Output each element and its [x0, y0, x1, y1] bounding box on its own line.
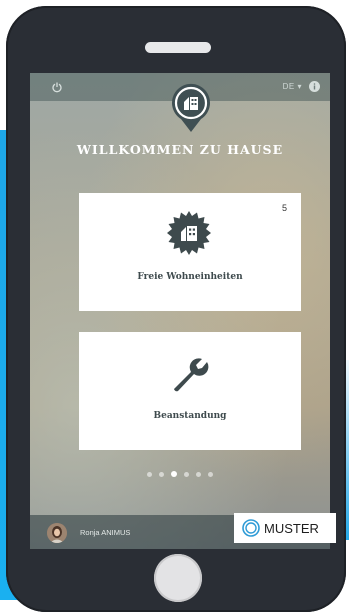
phone-speaker [145, 42, 211, 53]
location-pin-icon [172, 83, 210, 132]
brand-badge: MUSTER [234, 513, 336, 543]
user-name: Ronja ANIMUS [80, 528, 131, 537]
brand-logo-icon [242, 519, 260, 537]
house-badge-icon [167, 211, 211, 255]
card-free-units[interactable]: 5 Freie Wohneinheiten [79, 193, 301, 311]
app-screen: DE ▾ WILLKOMMEN ZU HAUSE 5 Freie Wohnein… [30, 73, 330, 549]
home-button[interactable] [154, 554, 202, 602]
page-dot[interactable] [208, 472, 213, 477]
page-dot[interactable] [184, 472, 189, 477]
page-title: WILLKOMMEN ZU HAUSE [76, 142, 284, 157]
card-label: Freie Wohneinheiten [137, 272, 243, 282]
page-dot[interactable] [147, 472, 152, 477]
page-dot-active[interactable] [171, 471, 177, 477]
avatar[interactable] [47, 523, 67, 543]
brand-label: MUSTER [264, 521, 319, 536]
chevron-down-icon: ▾ [297, 82, 302, 91]
card-complaint[interactable]: Beanstandung [79, 332, 301, 450]
language-code: DE [282, 82, 295, 91]
info-icon[interactable] [309, 81, 320, 92]
power-icon[interactable] [51, 81, 63, 93]
carousel-pagination [30, 464, 330, 482]
language-selector[interactable]: DE ▾ [283, 82, 302, 91]
user-avatar-icon [47, 523, 67, 543]
count-badge: 5 [281, 203, 287, 213]
page-dot[interactable] [196, 472, 201, 477]
card-label: Beanstandung [153, 411, 227, 421]
wrench-icon [174, 358, 209, 392]
page-dot[interactable] [159, 472, 164, 477]
